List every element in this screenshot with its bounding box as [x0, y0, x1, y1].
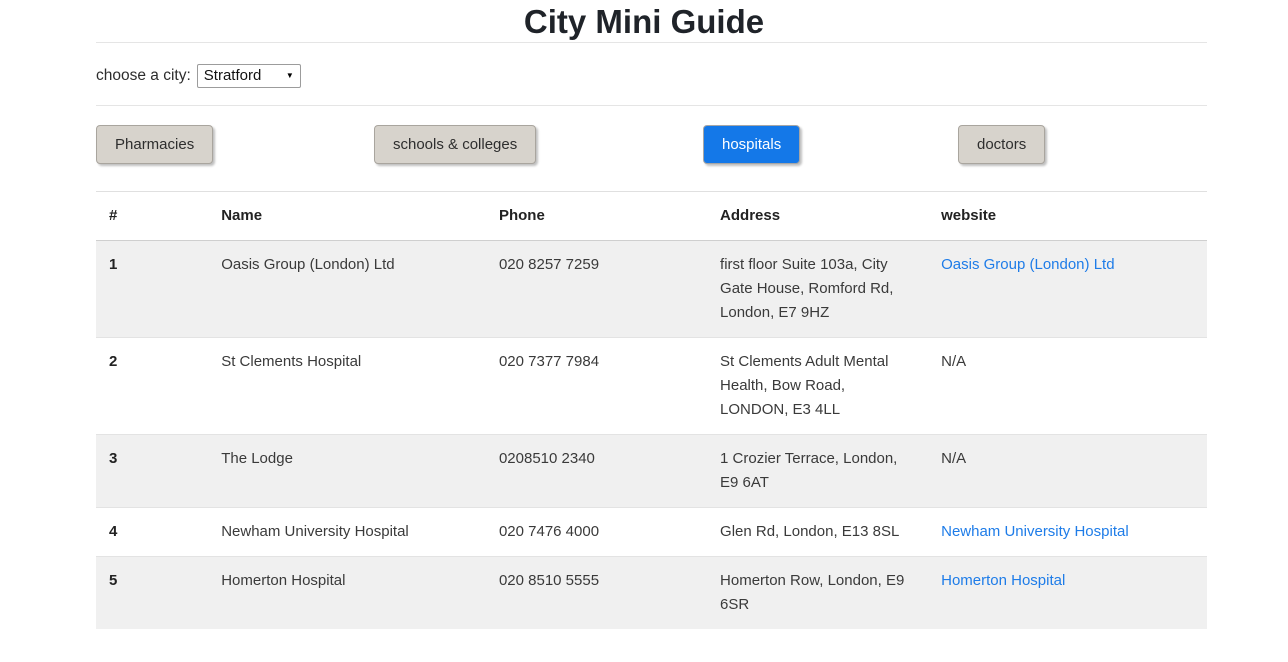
table-row: 5 Homerton Hospital 020 8510 5555 Homert…: [96, 556, 1207, 629]
category-button-hospitals[interactable]: hospitals: [703, 125, 800, 164]
table-header-row: # Name Phone Address website: [96, 191, 1207, 240]
cell-phone: 020 7476 4000: [486, 507, 707, 556]
cell-number: 1: [96, 240, 208, 337]
cell-name: St Clements Hospital: [208, 337, 486, 434]
website-link[interactable]: Oasis Group (London) Ltd: [941, 256, 1114, 273]
cell-name: Newham University Hospital: [208, 507, 486, 556]
header-phone: Phone: [486, 191, 707, 240]
cell-number: 3: [96, 434, 208, 507]
cell-number: 5: [96, 556, 208, 629]
cell-address: Homerton Row, London, E9 6SR: [707, 556, 928, 629]
cell-website: Oasis Group (London) Ltd: [928, 240, 1207, 337]
website-link[interactable]: Newham University Hospital: [941, 523, 1129, 540]
chevron-down-icon: ▼: [286, 71, 294, 80]
header-name: Name: [208, 191, 486, 240]
category-button-pharmacies[interactable]: Pharmacies: [96, 125, 213, 164]
table-row: 1 Oasis Group (London) Ltd 020 8257 7259…: [96, 240, 1207, 337]
table-row: 3 The Lodge 0208510 2340 1 Crozier Terra…: [96, 434, 1207, 507]
cell-name: Homerton Hospital: [208, 556, 486, 629]
cell-website: Homerton Hospital: [928, 556, 1207, 629]
cell-name: Oasis Group (London) Ltd: [208, 240, 486, 337]
cell-website: N/A: [928, 337, 1207, 434]
cell-address: 1 Crozier Terrace, London, E9 6AT: [707, 434, 928, 507]
cell-website: N/A: [928, 434, 1207, 507]
website-na: N/A: [941, 450, 966, 467]
city-chooser-row: choose a city: Stratford ▼: [96, 43, 1207, 105]
table-row: 2 St Clements Hospital 020 7377 7984 St …: [96, 337, 1207, 434]
cell-address: St Clements Adult Mental Health, Bow Roa…: [707, 337, 928, 434]
cell-phone: 020 7377 7984: [486, 337, 707, 434]
table-row: 4 Newham University Hospital 020 7476 40…: [96, 507, 1207, 556]
website-link[interactable]: Homerton Hospital: [941, 572, 1065, 589]
website-na: N/A: [941, 353, 966, 370]
page-title: City Mini Guide: [0, 0, 1288, 42]
results-table: # Name Phone Address website 1 Oasis Gro…: [96, 191, 1207, 629]
header-number: #: [96, 191, 208, 240]
city-select[interactable]: Stratford ▼: [197, 64, 301, 88]
city-select-label: choose a city:: [96, 67, 191, 85]
cell-number: 2: [96, 337, 208, 434]
category-button-doctors[interactable]: doctors: [958, 125, 1045, 164]
category-buttons-row: Pharmacies schools & colleges hospitals doc…: [96, 125, 1207, 164]
category-button-schools-colleges[interactable]: schools & colleges: [374, 125, 536, 164]
cell-address: Glen Rd, London, E13 8SL: [707, 507, 928, 556]
header-website: website: [928, 191, 1207, 240]
cell-address: first floor Suite 103a, City Gate House,…: [707, 240, 928, 337]
cell-website: Newham University Hospital: [928, 507, 1207, 556]
cell-phone: 020 8257 7259: [486, 240, 707, 337]
cell-number: 4: [96, 507, 208, 556]
cell-phone: 0208510 2340: [486, 434, 707, 507]
city-select-value: Stratford: [204, 67, 262, 84]
cell-phone: 020 8510 5555: [486, 556, 707, 629]
cell-name: The Lodge: [208, 434, 486, 507]
divider: [96, 105, 1207, 106]
header-address: Address: [707, 191, 928, 240]
